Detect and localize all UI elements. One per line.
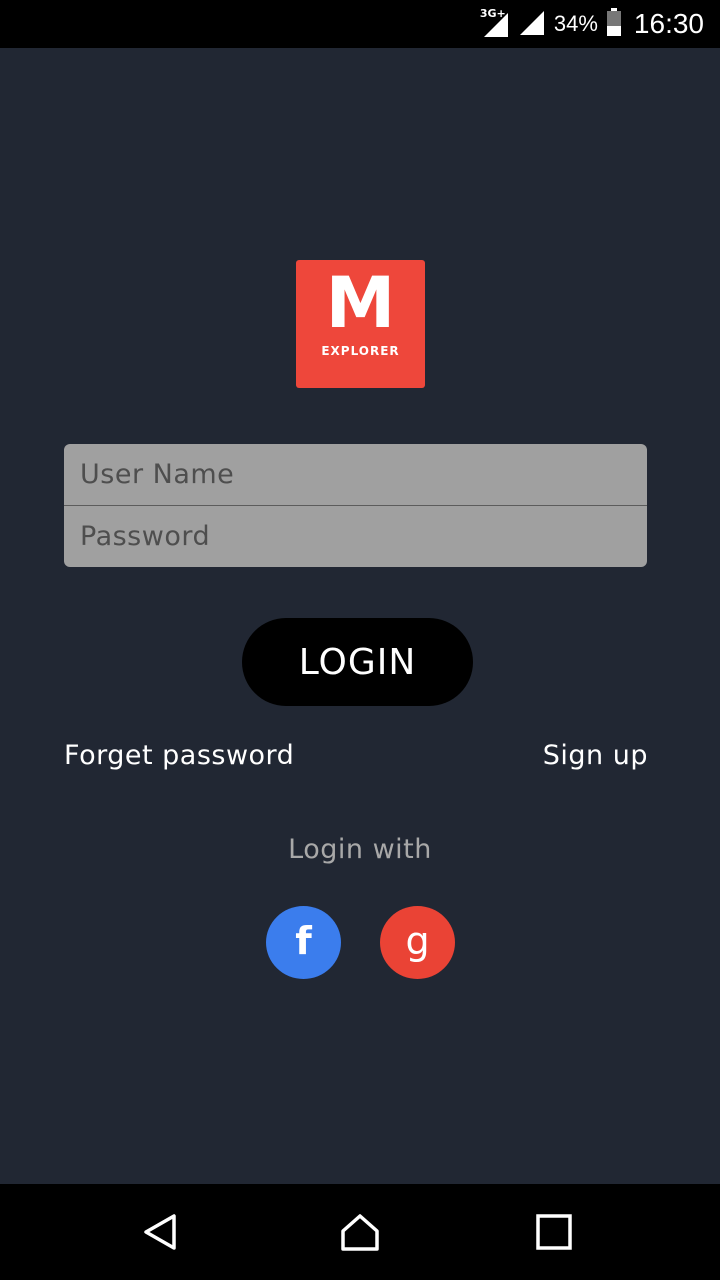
forget-password-link[interactable]: Forget password xyxy=(64,740,294,771)
recent-apps-icon[interactable] xyxy=(534,1212,574,1252)
status-bar: 3G+ 34% 16:30 xyxy=(0,0,720,48)
google-login-button[interactable]: g xyxy=(380,906,455,979)
signal-3g-icon: 3G+ xyxy=(479,7,510,39)
login-screen: M EXPLORER LOGIN Forget password Sign up… xyxy=(0,48,720,1184)
username-input[interactable] xyxy=(64,444,647,505)
login-form xyxy=(64,444,647,567)
facebook-login-button[interactable]: f xyxy=(266,906,341,979)
facebook-icon: f xyxy=(295,919,312,963)
password-input[interactable] xyxy=(64,506,647,567)
network-type: 3G+ xyxy=(479,7,506,20)
app-logo: M EXPLORER xyxy=(296,260,425,388)
clock: 16:30 xyxy=(633,8,704,39)
battery-percent: 34% xyxy=(553,11,598,36)
logo-letter: M xyxy=(325,262,396,344)
login-button[interactable]: LOGIN xyxy=(242,618,473,706)
login-with-heading: Login with xyxy=(288,834,432,865)
signal-icon xyxy=(518,7,546,41)
sign-up-link[interactable]: Sign up xyxy=(543,740,648,771)
status-icons: 3G+ 34% 16:30 xyxy=(480,0,704,48)
home-icon[interactable] xyxy=(340,1212,380,1252)
back-icon[interactable] xyxy=(140,1212,180,1252)
google-icon: g xyxy=(405,919,430,963)
logo-subtitle: EXPLORER xyxy=(321,344,400,358)
navigation-bar xyxy=(0,1184,720,1280)
battery-icon xyxy=(606,7,622,41)
